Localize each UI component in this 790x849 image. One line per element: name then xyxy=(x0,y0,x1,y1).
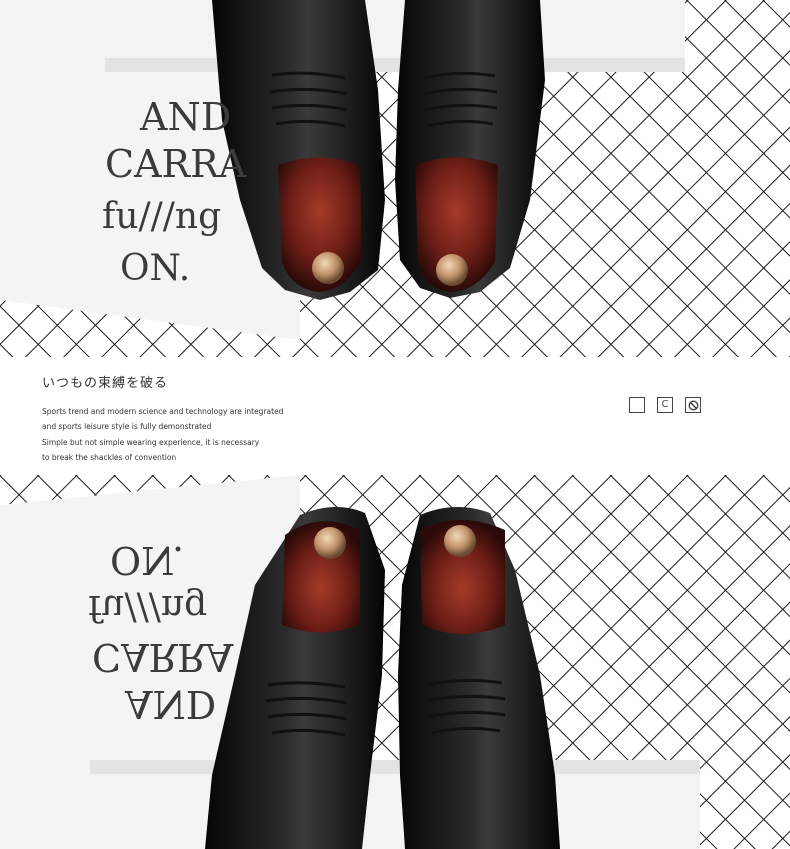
card-top-line2: CARRA xyxy=(105,142,247,186)
c-icon: C xyxy=(657,397,673,413)
card-top-line3: fu///ng xyxy=(102,196,221,237)
top-photo-art: AND CARRA fu///ng ON. xyxy=(0,0,790,357)
product-photo-top: AND CARRA fu///ng ON. xyxy=(0,0,790,357)
band-heading: いつもの束縛を破る xyxy=(42,376,169,391)
band-copy: Sports trend and modern science and tech… xyxy=(42,404,402,465)
card-bottom-line2: fu///ng xyxy=(88,587,207,628)
card-top-line1: AND xyxy=(139,95,231,139)
band-copy-line: to break the shackles of convention xyxy=(42,452,177,462)
band-copy-line: and sports leisure style is fully demons… xyxy=(42,422,212,432)
product-photo-bottom: ON. fu///ng CARRA AND xyxy=(0,475,790,849)
band-copy-line: Simple but not simple wearing experience… xyxy=(42,437,260,447)
band-copy-line: Sports trend and modern science and tech… xyxy=(42,407,284,416)
card-bottom-line4: AND xyxy=(124,682,216,726)
card-bottom-line3: CARRA xyxy=(92,635,234,679)
prohibit-icon xyxy=(685,397,701,413)
info-band: いつもの束縛を破る Sports trend and modern scienc… xyxy=(0,357,790,475)
card-bottom-line1: ON. xyxy=(110,538,184,582)
icon-row: C xyxy=(629,397,701,413)
card-top-line4: ON. xyxy=(120,248,190,289)
square-icon xyxy=(629,397,645,413)
bottom-photo-art: ON. fu///ng CARRA AND xyxy=(0,475,790,849)
